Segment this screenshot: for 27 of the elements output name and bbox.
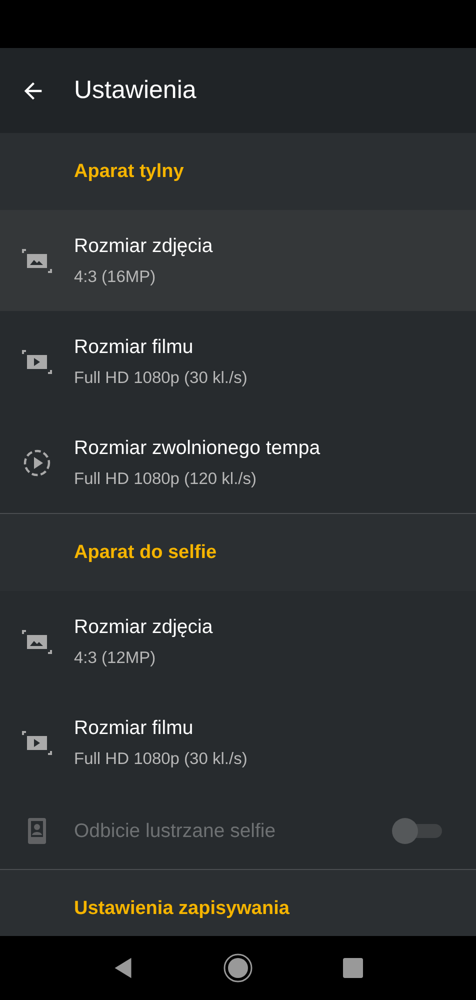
image-size-icon (22, 248, 52, 272)
settings-item[interactable]: Rozmiar filmu Full HD 1080p (30 kl./s) (0, 692, 476, 793)
home-icon[interactable] (223, 953, 253, 983)
settings-item[interactable]: Rozmiar zdjęcia 4:3 (12MP) (0, 591, 476, 692)
section-header: Aparat tylny (0, 133, 476, 210)
settings-item[interactable]: Rozmiar zwolnionego tempa Full HD 1080p (120 kl./s) (0, 412, 476, 513)
slow-motion-icon (22, 448, 52, 478)
setting-title: Rozmiar zdjęcia (74, 616, 213, 638)
setting-title: Odbicie lustrzane selfie (74, 820, 277, 842)
setting-value: Full HD 1080p (30 kl./s) (74, 750, 248, 768)
app-bar-title: Ustawienia (74, 76, 196, 105)
setting-title: Rozmiar filmu (74, 336, 194, 358)
section-header: Aparat do selfie (0, 514, 476, 591)
settings-item[interactable]: Rozmiar filmu Full HD 1080p (30 kl./s) (0, 311, 476, 412)
section-header: Ustawienia zapisywania (0, 870, 476, 936)
back-icon[interactable] (113, 957, 133, 979)
video-size-icon (22, 350, 52, 374)
setting-value: 4:3 (16MP) (74, 268, 157, 286)
video-size-icon (22, 730, 52, 754)
setting-value: Full HD 1080p (120 kl./s) (74, 470, 258, 488)
setting-title: Rozmiar filmu (74, 716, 194, 740)
image-size-icon (22, 630, 52, 654)
setting-title: Rozmiar zdjęcia (74, 234, 213, 258)
settings-item[interactable]: Rozmiar zdjęcia 4:3 (16MP) (0, 210, 476, 311)
setting-value: Full HD 1080p (30 kl./s) (74, 368, 248, 388)
setting-value: 4:3 (12MP) (74, 648, 157, 668)
setting-title: Rozmiar zwolnionego tempa (74, 436, 320, 460)
